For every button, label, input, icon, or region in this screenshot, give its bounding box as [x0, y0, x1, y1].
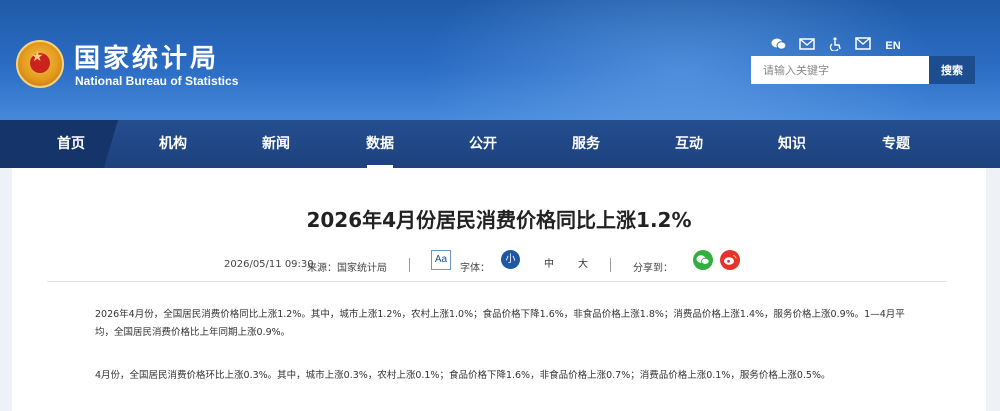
- search-input[interactable]: [751, 56, 929, 84]
- article-paragraph: 4月份，全国居民消费价格环比上涨0.3%。其中，城市上涨0.3%，农村上涨0.1…: [95, 370, 831, 381]
- accessibility-icon[interactable]: [826, 36, 844, 56]
- nav-item-interaction[interactable]: 互动: [654, 120, 724, 168]
- article-panel: 2026年4月份居民消费价格同比上涨1.2% 2026/05/11 09:30 …: [12, 168, 986, 411]
- article-divider: [47, 281, 947, 282]
- main-nav: 首页 机构 新闻 数据 公开 服务 互动 知识 专题: [0, 120, 1000, 168]
- nav-item-home[interactable]: 首页: [36, 120, 106, 168]
- nav-item-organization[interactable]: 机构: [138, 120, 208, 168]
- mail-icon[interactable]: [854, 37, 872, 55]
- wechat-icon[interactable]: [770, 37, 788, 56]
- article-date: 2026/05/11 09:30: [224, 259, 314, 270]
- site-logo-en[interactable]: National Bureau of Statistics: [75, 74, 238, 88]
- meta-divider: [610, 258, 611, 272]
- email-icon[interactable]: [798, 37, 816, 56]
- meta-divider: [409, 258, 410, 272]
- search-button[interactable]: 搜索: [929, 56, 975, 84]
- share-wechat-icon[interactable]: [693, 250, 713, 270]
- share-weibo-icon[interactable]: [720, 250, 740, 270]
- font-size-large-button[interactable]: 大: [578, 255, 588, 270]
- article-paragraph: 2026年4月份，全国居民消费价格同比上涨1.2%。其中，城市上涨1.2%，农村…: [95, 309, 905, 338]
- font-size-medium-button[interactable]: 中: [544, 255, 554, 270]
- article-source: 来源：国家统计局: [307, 263, 387, 274]
- font-toggle-icon[interactable]: Aa: [431, 250, 451, 270]
- nav-item-topics[interactable]: 专题: [861, 120, 931, 168]
- nav-item-services[interactable]: 服务: [551, 120, 621, 168]
- search-box: 搜索: [751, 56, 975, 84]
- font-size-small-button[interactable]: 小: [501, 250, 520, 269]
- article-title: 2026年4月份居民消费价格同比上涨1.2%: [306, 208, 692, 232]
- site-logo-cn[interactable]: 国家统计局: [74, 38, 219, 75]
- language-switch-en[interactable]: EN: [882, 38, 904, 54]
- nav-item-news[interactable]: 新闻: [241, 120, 311, 168]
- share-label: 分享到：: [633, 263, 673, 274]
- header-tools: EN: [770, 36, 904, 56]
- national-emblem-icon[interactable]: ★: [16, 40, 64, 88]
- nav-item-disclosure[interactable]: 公开: [448, 120, 518, 168]
- article-meta: 2026/05/11 09:30 来源：国家统计局 字体： 分享到：: [12, 252, 986, 280]
- nav-item-data[interactable]: 数据: [345, 120, 415, 168]
- nav-item-knowledge[interactable]: 知识: [757, 120, 827, 168]
- site-header: ★ 国家统计局 National Bureau of Statistics EN…: [0, 0, 1000, 120]
- font-size-label: 字体：: [460, 263, 490, 274]
